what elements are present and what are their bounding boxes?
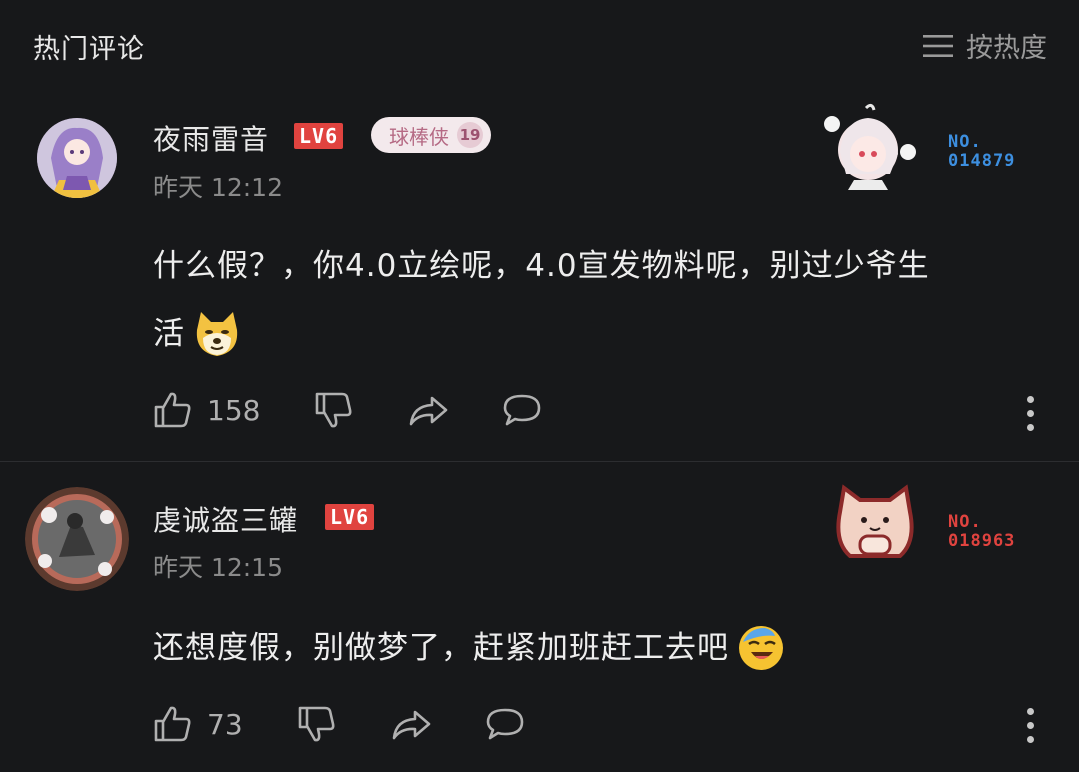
avatar[interactable] [25, 487, 129, 591]
reply-button[interactable] [485, 704, 525, 744]
comment-content: 什么假？，你4.0立绘呢，4.0宣发物料呢，别过少爷生 活 [153, 232, 1053, 368]
decoration-number: 018963 [948, 531, 1016, 551]
more-dot [1026, 424, 1034, 431]
share-button[interactable] [408, 390, 448, 430]
comment-text-line: 什么假？，你4.0立绘呢，4.0宣发物料呢，别过少爷生 [153, 248, 930, 284]
share-button[interactable] [391, 704, 431, 744]
dislike-button[interactable] [297, 704, 337, 744]
reply-button[interactable] [502, 390, 542, 430]
like-button[interactable]: 158 [153, 390, 260, 430]
comment-actions: 73 [153, 704, 525, 744]
like-count: 158 [207, 393, 261, 427]
share-arrow-icon [410, 396, 448, 426]
anime-girl-avatar-image [37, 118, 117, 198]
username[interactable]: 虔诚盗三罐 [153, 499, 298, 539]
like-count: 73 [207, 707, 243, 741]
decorated-avatar-image [25, 487, 129, 591]
like-button[interactable]: 73 [153, 704, 243, 744]
comment-content: 还想度假，别做梦了，赶紧加班赶工去吧 [153, 614, 1053, 682]
more-dot [1026, 708, 1034, 715]
fan-medal-name: 球棒侠 [389, 124, 449, 149]
crying-laughing-emoji [739, 626, 783, 670]
user-level-badge: LV6 [294, 123, 344, 149]
decoration-card[interactable]: NO. 018963 [830, 482, 1050, 572]
comment-actions: 158 [153, 390, 542, 430]
share-arrow-icon [392, 710, 430, 740]
user-level-badge: LV6 [325, 504, 375, 530]
more-dot [1026, 396, 1034, 403]
comment-text-tail: 活 [153, 316, 185, 352]
thumbs-up-icon [154, 706, 191, 742]
thumbs-down-icon [316, 392, 352, 428]
fan-medal-level: 19 [457, 122, 483, 148]
more-options-button[interactable] [1025, 708, 1035, 750]
decoration-no-label: NO. [948, 132, 982, 152]
more-options-button[interactable] [1025, 396, 1035, 438]
dislike-button[interactable] [314, 390, 354, 430]
comment-bubble-icon [504, 394, 541, 426]
comment-text-line-2: 活 [153, 300, 1053, 368]
decoration-card[interactable]: NO. 014879 [818, 102, 1038, 192]
more-dot [1026, 736, 1034, 743]
more-dot [1026, 722, 1034, 729]
decoration-number: 014879 [948, 151, 1016, 171]
doge-emoji [196, 312, 238, 356]
thumbs-down-icon [298, 706, 335, 742]
decoration-no-label: NO. [948, 512, 982, 532]
comment-time: 昨天 12:12 [153, 173, 283, 202]
username[interactable]: 夜雨雷音 [153, 118, 269, 158]
anime-girl-decoration-icon [824, 103, 916, 190]
more-dot [1026, 410, 1034, 417]
fan-medal-badge[interactable]: 球棒侠 19 [371, 117, 491, 153]
comment-item: 虔诚盗三罐 LV6 昨天 12:15 NO. 018963 还想度假，别做梦了，… [0, 462, 1079, 772]
comment-bubble-icon [486, 708, 523, 740]
comment-time: 昨天 12:15 [153, 553, 283, 582]
comment-item: 夜雨雷音 LV6 球棒侠 19 昨天 12:12 NO. 014879 什么假？… [0, 0, 1079, 461]
cat-decoration-icon [836, 484, 914, 558]
thumbs-up-icon [154, 392, 191, 428]
comment-text-line: 还想度假，别做梦了，赶紧加班赶工去吧 [153, 630, 729, 666]
avatar[interactable] [37, 118, 117, 198]
